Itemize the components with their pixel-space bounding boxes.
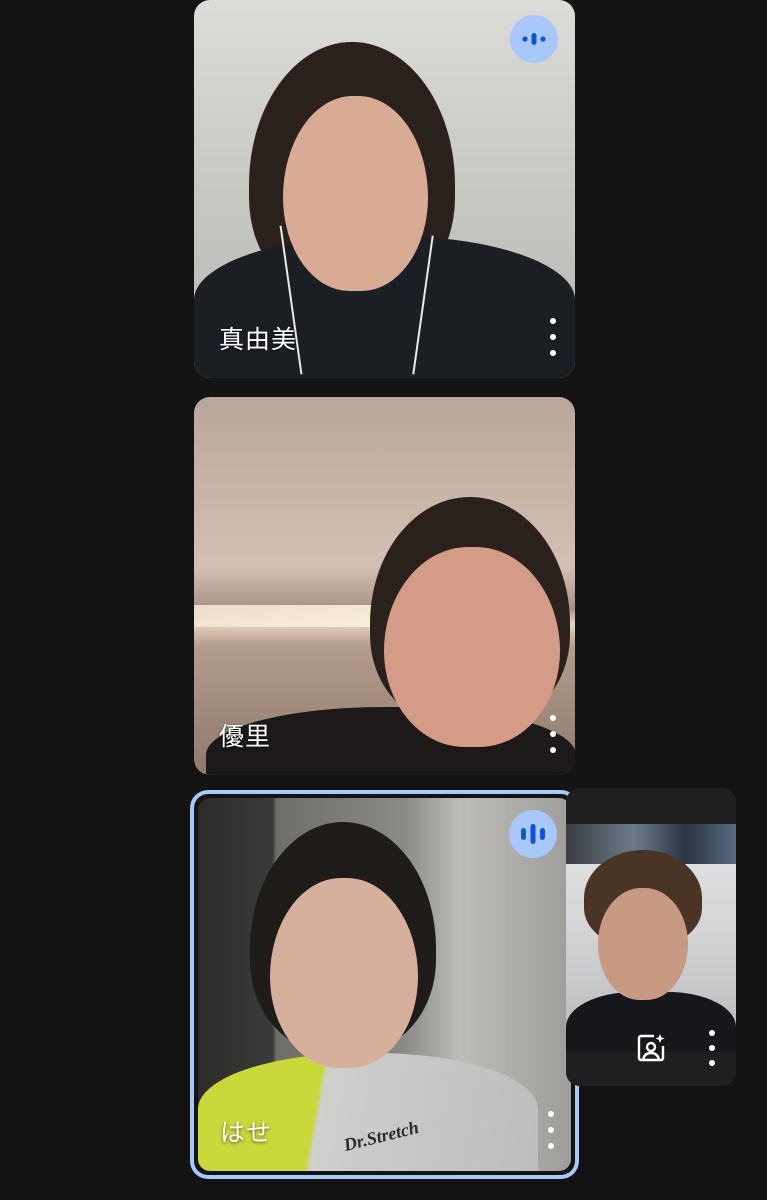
speaking-indicator xyxy=(510,15,558,63)
ceiling-light xyxy=(194,605,394,627)
participant-tile[interactable]: 優里 xyxy=(194,397,575,775)
visual-effects-button[interactable] xyxy=(634,1031,668,1065)
more-vertical-icon xyxy=(709,1030,715,1036)
participant-tile-active-speaker[interactable]: Dr.Stretch はせ xyxy=(190,790,579,1179)
more-vertical-icon xyxy=(550,715,556,721)
self-view-more-button[interactable] xyxy=(705,1030,719,1066)
participant-face xyxy=(283,96,428,291)
participant-body xyxy=(198,1053,538,1171)
more-vertical-icon xyxy=(548,1111,554,1117)
participant-tile[interactable]: 真由美 xyxy=(194,0,575,378)
participant-face xyxy=(384,547,560,747)
visual-effects-icon xyxy=(637,1034,665,1062)
more-options-button[interactable] xyxy=(545,715,561,753)
participant-name: 真由美 xyxy=(219,325,298,354)
self-view-tile[interactable] xyxy=(566,788,736,1086)
meeting-stage: 真由美 優里 Dr.Stretch はせ xyxy=(0,0,767,1200)
more-vertical-icon xyxy=(550,318,556,324)
audio-level-icon xyxy=(522,33,546,45)
participant-name: 優里 xyxy=(219,722,272,751)
participant-face xyxy=(270,878,418,1068)
speaking-indicator xyxy=(509,810,557,858)
participant-name: はせ xyxy=(220,1118,273,1147)
self-video xyxy=(566,824,736,1052)
self-face xyxy=(598,888,688,1000)
audio-level-icon xyxy=(521,824,545,844)
more-options-button[interactable] xyxy=(545,318,561,356)
more-options-button[interactable] xyxy=(543,1111,559,1149)
